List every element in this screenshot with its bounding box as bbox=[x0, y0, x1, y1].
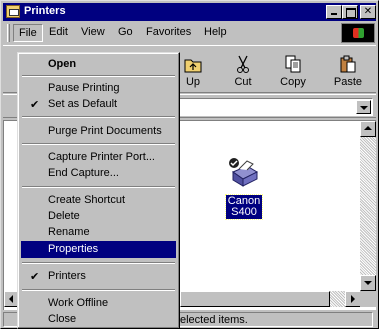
printer-name-line2: S400 bbox=[231, 206, 257, 218]
copy-button[interactable]: Copy bbox=[273, 54, 313, 92]
menu-delete[interactable]: Delete bbox=[21, 208, 176, 225]
menu-properties[interactable]: Properties bbox=[21, 241, 176, 258]
minimize-button[interactable] bbox=[326, 5, 342, 19]
title-bar[interactable]: Printers ✕ bbox=[3, 3, 376, 21]
menu-separator bbox=[22, 289, 175, 291]
checkmark-icon: ✔ bbox=[30, 98, 40, 111]
menu-separator bbox=[22, 262, 175, 264]
menu-work-offline[interactable]: Work Offline bbox=[21, 295, 176, 312]
copy-label: Copy bbox=[280, 76, 306, 88]
menu-printers-label: Printers bbox=[48, 270, 86, 282]
copy-icon bbox=[285, 55, 301, 73]
address-dropdown-button[interactable] bbox=[356, 100, 371, 114]
menu-capture-label: Capture Printer Port... bbox=[48, 151, 155, 163]
menu-separator bbox=[22, 75, 175, 77]
cut-button[interactable]: Cut bbox=[223, 54, 263, 92]
scroll-down-button[interactable] bbox=[360, 275, 376, 291]
paste-icon bbox=[340, 55, 356, 73]
menu-close-label: Close bbox=[48, 313, 77, 325]
menu-view[interactable]: View bbox=[81, 26, 105, 38]
horizontal-scroll-thumb[interactable] bbox=[180, 291, 330, 307]
menu-bar: File Edit View Go Favorites Help bbox=[3, 22, 376, 44]
menu-create-shortcut-label: Create Shortcut bbox=[48, 194, 126, 206]
menu-pause-printing[interactable]: Pause Printing bbox=[21, 80, 176, 97]
up-folder-icon bbox=[184, 59, 202, 73]
menu-purge-print-documents[interactable]: Purge Print Documents bbox=[21, 123, 176, 140]
menu-separator bbox=[22, 116, 175, 118]
menu-close[interactable]: Close bbox=[21, 311, 176, 328]
menu-separator bbox=[22, 143, 175, 145]
menu-delete-label: Delete bbox=[48, 210, 80, 222]
menu-end-capture-label: End Capture... bbox=[48, 167, 119, 179]
checkmark-icon: ✔ bbox=[30, 270, 40, 283]
windows-logo-icon bbox=[341, 23, 375, 43]
scissors-icon bbox=[237, 55, 249, 73]
status-text: elected items. bbox=[180, 314, 248, 326]
printers-folder-icon bbox=[6, 5, 20, 18]
menu-file[interactable]: File bbox=[13, 24, 43, 42]
menu-printers[interactable]: ✔ Printers bbox=[21, 268, 176, 285]
scroll-corner bbox=[360, 291, 376, 307]
menu-separator bbox=[22, 186, 175, 188]
cut-label: Cut bbox=[234, 76, 252, 88]
menu-open[interactable]: Open bbox=[21, 56, 176, 73]
scroll-up-button[interactable] bbox=[360, 121, 376, 137]
menu-capture-printer-port[interactable]: Capture Printer Port... bbox=[21, 149, 176, 166]
printer-label[interactable]: Canon S400 bbox=[225, 194, 263, 220]
menu-edit[interactable]: Edit bbox=[49, 26, 68, 38]
menu-favorites[interactable]: Favorites bbox=[146, 26, 191, 38]
window-title: Printers bbox=[24, 5, 66, 17]
menu-rename-label: Rename bbox=[48, 226, 90, 238]
menu-set-as-default[interactable]: ✔ Set as Default bbox=[21, 96, 176, 113]
address-combo[interactable] bbox=[173, 98, 373, 116]
menu-properties-label: Properties bbox=[48, 243, 99, 255]
close-button[interactable]: ✕ bbox=[360, 5, 376, 19]
menu-end-capture[interactable]: End Capture... bbox=[21, 165, 176, 182]
printer-icon[interactable] bbox=[227, 156, 261, 190]
scroll-right-button[interactable] bbox=[345, 291, 361, 307]
vertical-scrollbar[interactable] bbox=[360, 121, 376, 291]
menu-set-as-default-label: Set as Default bbox=[48, 98, 118, 110]
paste-button[interactable]: Paste bbox=[328, 54, 368, 92]
menu-pause-printing-label: Pause Printing bbox=[48, 82, 120, 94]
paste-label: Paste bbox=[333, 76, 363, 88]
menu-create-shortcut[interactable]: Create Shortcut bbox=[21, 192, 176, 209]
menu-work-offline-label: Work Offline bbox=[48, 297, 109, 309]
menu-help[interactable]: Help bbox=[204, 26, 227, 38]
menu-purge-label: Purge Print Documents bbox=[48, 125, 162, 137]
file-menu-dropdown: Open Pause Printing ✔ Set as Default Purg… bbox=[17, 52, 180, 329]
menubar-grip[interactable] bbox=[7, 24, 10, 42]
menu-go[interactable]: Go bbox=[118, 26, 133, 38]
menu-open-label: Open bbox=[48, 58, 77, 70]
maximize-button[interactable] bbox=[342, 5, 358, 19]
menu-rename[interactable]: Rename bbox=[21, 224, 176, 241]
